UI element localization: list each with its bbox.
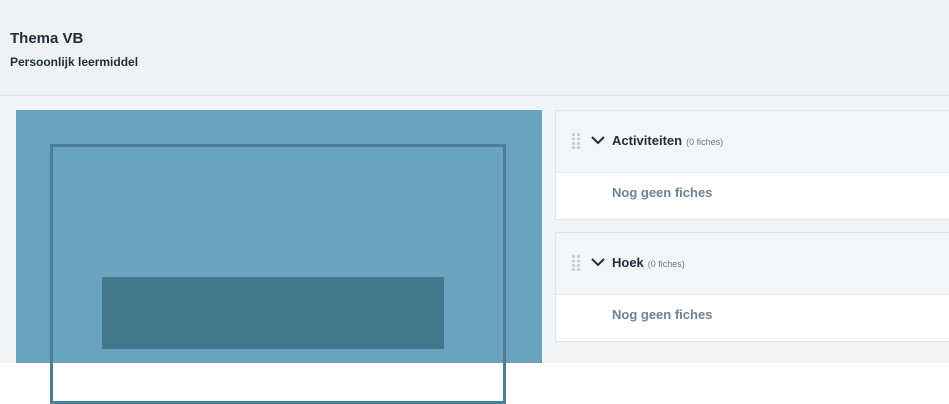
section-count: (0 fiches): [686, 137, 724, 147]
section-body: Nog geen fiches: [556, 173, 949, 219]
empty-state-text: Nog geen fiches: [612, 185, 713, 200]
section-header[interactable]: Hoek (0 fiches): [556, 233, 949, 295]
section-hoek: Hoek (0 fiches) Nog geen fiches: [555, 232, 949, 342]
chevron-down-icon[interactable]: [591, 258, 605, 267]
cover-image: [16, 110, 542, 404]
section-activiteiten: Activiteiten (0 fiches) Nog geen fiches: [555, 110, 949, 220]
page-header: Thema VB Persoonlijk leermiddel: [0, 0, 949, 96]
page-subtitle: Persoonlijk leermiddel: [10, 55, 139, 69]
section-title: Activiteiten (0 fiches): [612, 133, 723, 148]
drag-handle-icon[interactable]: [572, 255, 580, 271]
section-title-text: Hoek: [612, 255, 644, 270]
section-header[interactable]: Activiteiten (0 fiches): [556, 111, 949, 173]
chevron-down-icon[interactable]: [591, 136, 605, 145]
drag-handle-icon[interactable]: [572, 133, 580, 149]
section-count: (0 fiches): [647, 259, 685, 269]
section-body: Nog geen fiches: [556, 295, 949, 341]
section-title: Hoek (0 fiches): [612, 255, 685, 270]
cover-title-band: [102, 277, 444, 349]
cover-frame: [50, 144, 506, 404]
page-title: Thema VB: [10, 30, 84, 47]
section-title-text: Activiteiten: [612, 133, 683, 148]
empty-state-text: Nog geen fiches: [612, 307, 713, 322]
